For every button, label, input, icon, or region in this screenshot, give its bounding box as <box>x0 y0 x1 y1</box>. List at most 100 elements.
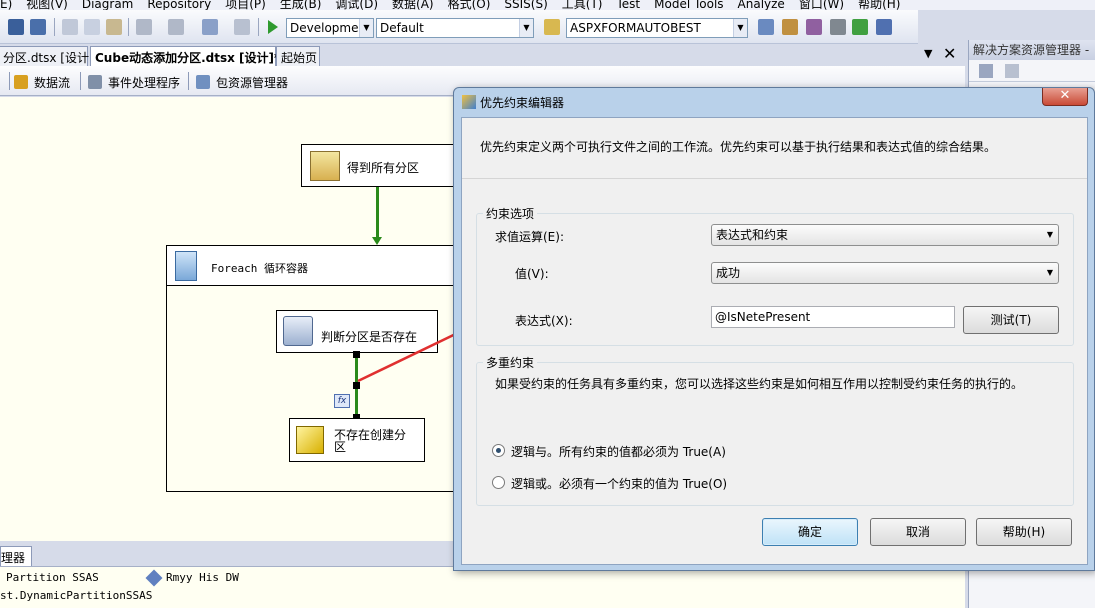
tab-event-handlers-label: 事件处理程序 <box>108 76 181 90</box>
connection-item-partition-ssas[interactable]: Partition SSAS <box>6 571 99 584</box>
connector-handle[interactable] <box>353 382 360 389</box>
dialog-body: 优先约束定义两个可执行文件之间的工作流。优先约束可以基于执行结果和表达式值的综合… <box>461 117 1088 565</box>
expression-label: 表达式(X): <box>515 314 573 328</box>
configuration-combo[interactable]: Developmer ▼ <box>286 18 374 38</box>
tab-package-explorer[interactable]: 包资源管理器 <box>196 74 288 91</box>
toolbar-icon-5[interactable] <box>852 19 868 35</box>
toolbar-icon-4[interactable] <box>830 19 846 35</box>
menu-item[interactable]: Repository <box>147 0 211 10</box>
redo-icon[interactable] <box>168 19 184 35</box>
connector-handle[interactable] <box>353 351 360 358</box>
menu-item[interactable]: 生成(B) <box>280 0 322 10</box>
tab-data-flow[interactable]: 数据流 <box>14 74 70 91</box>
print-icon[interactable] <box>234 19 250 35</box>
connection-item-dynamic-partition[interactable]: st.DynamicPartitionSSAS <box>0 589 152 602</box>
save-icon[interactable] <box>8 19 24 35</box>
task-create-partition-label: 不存在创建分区 <box>334 428 407 454</box>
menu-item[interactable]: 项目(P) <box>225 0 266 10</box>
tab-separator <box>80 72 81 90</box>
close-button[interactable]: ✕ <box>1042 88 1088 106</box>
menu-item[interactable]: 帮助(H) <box>858 0 900 10</box>
toolbar: Developmer ▼ Default ▼ ASPXFORMAUTOBEST … <box>0 10 918 44</box>
menu-item[interactable]: 调试(D) <box>335 0 378 10</box>
task-get-partitions[interactable]: 得到所有分区 <box>301 144 461 187</box>
configuration-combo-value: Developmer <box>290 21 364 35</box>
arrow-head-icon <box>372 237 382 245</box>
eval-operation-select[interactable]: 表达式和约束 ▼ <box>711 224 1059 246</box>
toolbar-icon-2[interactable] <box>782 19 798 35</box>
foreach-loop-icon <box>175 251 197 281</box>
foreach-container-label: Foreach 循环容器 <box>211 262 308 275</box>
menu-item[interactable]: Model Tools <box>654 0 723 10</box>
toolbar-separator <box>54 18 55 36</box>
start-debug-icon[interactable] <box>268 20 278 34</box>
menu-items: E) 视图(V) Diagram Repository 项目(P) 生成(B) 调试(D) 数… <box>0 0 914 10</box>
tab-event-handlers[interactable]: 事件处理程序 <box>88 74 180 91</box>
menu-item[interactable]: SSIS(S) <box>504 0 547 10</box>
menu-bar: E) 视图(V) Diagram Repository 项目(P) 生成(B) 调试(D) 数… <box>0 0 1095 10</box>
toolbar-icon-1[interactable] <box>758 19 774 35</box>
tab-partition-dtsx[interactable]: 分区.dtsx [设计] <box>0 46 94 66</box>
toolbar-icon-6[interactable] <box>876 19 892 35</box>
project-combo-value: ASPXFORMAUTOBEST <box>570 21 701 35</box>
menu-item[interactable]: Analyze <box>738 0 785 10</box>
copy-icon[interactable] <box>84 19 100 35</box>
precedence-connector[interactable] <box>376 187 379 239</box>
task-check-exists[interactable]: 判断分区是否存在 <box>276 310 438 353</box>
tab-package-explorer-label: 包资源管理器 <box>216 76 289 90</box>
menu-item[interactable]: E) <box>0 0 12 10</box>
fx-expression-badge[interactable]: fx <box>334 394 350 408</box>
menu-item[interactable]: 格式(O) <box>448 0 491 10</box>
menu-item[interactable]: Test <box>616 0 640 10</box>
precedence-constraint-editor-dialog: 优先约束编辑器 ✕ 优先约束定义两个可执行文件之间的工作流。优先约束可以基于执行… <box>453 87 1095 571</box>
menu-item[interactable]: 窗口(W) <box>799 0 844 10</box>
menu-item[interactable]: Diagram <box>82 0 134 10</box>
divider <box>462 178 1087 179</box>
analysis-services-task-icon <box>296 426 324 454</box>
paste-icon[interactable] <box>106 19 122 35</box>
task-create-partition[interactable]: 不存在创建分区 <box>289 418 425 462</box>
dialog-title: 优先约束编辑器 <box>480 96 565 110</box>
toolbar-icon-3[interactable] <box>806 19 822 35</box>
help-button[interactable]: 帮助(H) <box>976 518 1072 546</box>
platform-combo[interactable]: Default ▼ <box>376 18 534 38</box>
ok-button[interactable]: 确定 <box>762 518 858 546</box>
undo-icon[interactable] <box>136 19 152 35</box>
value-select[interactable]: 成功 ▼ <box>711 262 1059 284</box>
value-label: 值(V): <box>515 267 549 281</box>
tab-separator <box>188 72 189 90</box>
tab-connection-managers[interactable]: 理器 <box>0 546 32 566</box>
menu-item[interactable]: 工具(T) <box>562 0 603 10</box>
task-get-partitions-label: 得到所有分区 <box>347 161 420 175</box>
solution-explorer-title[interactable]: 解决方案资源管理器 - <box>969 40 1095 60</box>
logical-or-label[interactable]: 逻辑或。必须有一个约束的值为 True(O) <box>511 475 727 492</box>
logical-or-radio[interactable] <box>492 476 505 489</box>
cut-icon[interactable] <box>62 19 78 35</box>
solution-explorer-toolbar <box>969 60 1095 82</box>
menu-item[interactable]: 数据(A) <box>392 0 434 10</box>
chevron-down-icon: ▼ <box>359 19 373 37</box>
menu-item[interactable]: 视图(V) <box>26 0 68 10</box>
tab-start-page[interactable]: 起始页 <box>276 46 320 66</box>
task-check-exists-label: 判断分区是否存在 <box>321 330 418 344</box>
dialog-title-bar[interactable]: 优先约束编辑器 ✕ <box>454 88 1094 116</box>
project-combo[interactable]: ASPXFORMAUTOBEST ▼ <box>566 18 748 38</box>
find-in-files-icon[interactable] <box>544 19 560 35</box>
close-document-icon[interactable]: ✕ <box>943 44 956 63</box>
cancel-button[interactable]: 取消 <box>870 518 966 546</box>
tab-cube-partition-dtsx[interactable]: Cube动态添加分区.dtsx [设计]* <box>90 46 280 66</box>
value-select-value: 成功 <box>716 266 741 280</box>
properties-icon[interactable] <box>979 64 993 78</box>
tab-list-dropdown-icon[interactable]: ▼ <box>924 47 932 60</box>
show-all-files-icon[interactable] <box>1005 64 1019 78</box>
logical-and-radio[interactable] <box>492 444 505 457</box>
collapsed-tab-edge <box>0 72 10 90</box>
connection-item-rmyy-his-dw[interactable]: Rmyy His DW <box>166 571 239 584</box>
chevron-down-icon: ▼ <box>519 19 533 37</box>
logical-and-label[interactable]: 逻辑与。所有约束的值都必须为 True(A) <box>511 443 726 460</box>
test-button[interactable]: 测试(T) <box>963 306 1059 334</box>
save-all-icon[interactable] <box>30 19 46 35</box>
expression-input[interactable]: @IsNetePresent <box>711 306 955 328</box>
data-flow-icon <box>14 75 28 89</box>
navigate-icon[interactable] <box>202 19 218 35</box>
